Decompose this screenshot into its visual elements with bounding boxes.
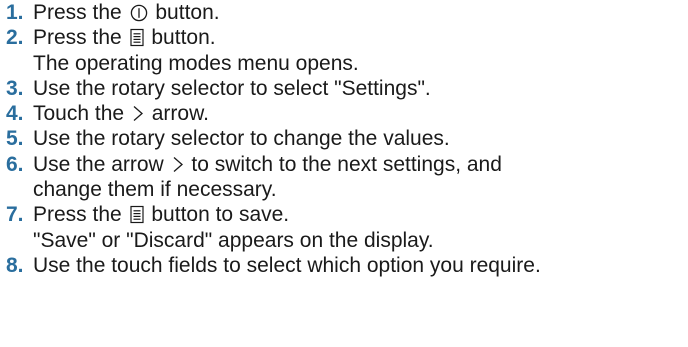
step-content: Press the button.: [33, 0, 682, 25]
step-number: 5.: [6, 127, 24, 151]
step-7: 7. Press the button to save. "Save" or "…: [6, 202, 682, 253]
menu-icon: [129, 205, 144, 224]
step-content: Use the rotary selector to select "Setti…: [33, 76, 682, 101]
step-number: 4.: [6, 102, 24, 126]
step-text: button.: [149, 1, 220, 24]
step-subtext: change them if necessary.: [33, 178, 277, 202]
chevron-right-icon: [172, 155, 184, 174]
step-subtext: The operating modes menu opens.: [33, 51, 359, 75]
step-number: 2.: [6, 26, 24, 50]
step-5: 5. Use the rotary selector to change the…: [6, 126, 682, 151]
step-text: button.: [145, 26, 216, 50]
step-content: Use the rotary selector to change the va…: [33, 126, 682, 151]
step-line: Press the button.: [33, 25, 682, 50]
step-text: Touch the: [33, 102, 130, 126]
step-subtext: "Save" or "Discard" appears on the displ…: [33, 228, 434, 252]
step-line: Use the arrow to switch to the next sett…: [33, 152, 682, 177]
step-3: 3. Use the rotary selector to select "Se…: [6, 76, 682, 101]
step-text: to switch to the next settings, and: [185, 152, 502, 176]
step-text: Press the: [33, 203, 128, 227]
step-number: 7.: [6, 203, 24, 227]
step-number: 8.: [6, 253, 24, 277]
step-content: Press the button to save. "Save" or "Dis…: [33, 202, 682, 253]
step-4: 4. Touch the arrow.: [6, 101, 682, 126]
chevron-right-icon: [132, 104, 144, 123]
step-text: Use the touch fields to select which opt…: [33, 253, 541, 277]
step-text: Use the arrow: [33, 152, 170, 176]
step-6: 6. Use the arrow to switch to the next s…: [6, 152, 682, 203]
step-line: Touch the arrow.: [33, 101, 682, 126]
instruction-list: 1. Press the button. 2. Press the button…: [6, 0, 682, 278]
step-number: 3.: [6, 76, 24, 100]
step-text: arrow.: [145, 102, 209, 126]
step-text: Use the rotary selector to select "Setti…: [33, 76, 431, 100]
step-text: Press the: [33, 1, 128, 24]
step-content: Use the arrow to switch to the next sett…: [33, 152, 682, 203]
step-text: button to save.: [145, 203, 290, 227]
step-content: Use the touch fields to select which opt…: [33, 253, 682, 278]
step-number: 6.: [6, 152, 24, 176]
step-text: Use the rotary selector to change the va…: [33, 127, 450, 151]
step-1: 1. Press the button.: [6, 0, 682, 25]
step-content: Press the button. The operating modes me…: [33, 25, 682, 76]
step-line: Press the button.: [33, 0, 682, 25]
step-2: 2. Press the button. The operating modes…: [6, 25, 682, 76]
step-number: 1.: [6, 1, 24, 24]
power-icon: [130, 3, 148, 22]
menu-icon: [129, 28, 144, 47]
step-text: Press the: [33, 26, 128, 50]
step-line: Press the button to save.: [33, 202, 682, 227]
step-content: Touch the arrow.: [33, 101, 682, 126]
step-8: 8. Use the touch fields to select which …: [6, 253, 682, 278]
